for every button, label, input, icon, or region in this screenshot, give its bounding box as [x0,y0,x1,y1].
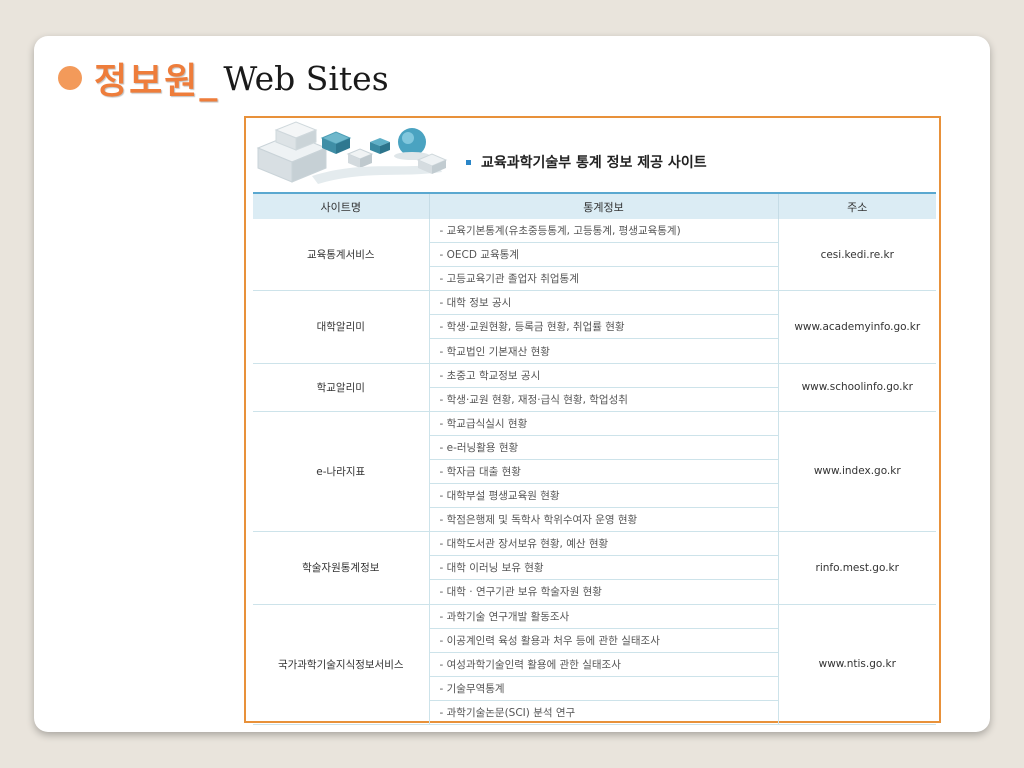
table-row: 학교알리미 - 초중고 학교정보 공시 www.schoolinfo.go.kr [253,363,936,412]
site-address[interactable]: www.index.go.kr [777,411,936,533]
table-row: 국가과학기술지식정보서비스 - 과학기술 연구개발 활동조사 www.ntis.… [253,604,936,725]
header-stats-info: 통계정보 [428,192,778,219]
table-row: e-나라지표 - 학교급식실시 현황 www.index.go.kr [253,411,936,533]
stat-item: - 학점은행제 및 독학사 학위수여자 운영 현황 [428,507,778,533]
stat-item: - 교육기본통계(유초중등통계, 고등통계, 평생교육통계) [428,219,778,244]
stat-item: - 기술무역통계 [428,676,778,701]
site-name: 교육통계서비스 [253,219,429,292]
title-korean: 정보원_ [94,61,220,102]
stat-item: - 학생·교원 현황, 재정·급식 현황, 학업성취 [428,387,778,412]
table-row: 대학알리미 - 대학 정보 공시 www.academyinfo.go.kr [253,290,936,364]
stat-item: - 대학 정보 공시 [428,290,778,316]
site-name: 대학알리미 [253,290,429,364]
stat-item: - 대학 · 연구기관 보유 학술자원 현황 [428,579,778,605]
stat-item: - 학교급식실시 현황 [428,411,778,436]
stat-item: - 이공계인력 육성 활용과 처우 등에 관한 실태조사 [428,628,778,653]
banner-title: 교육과학기술부 통계 정보 제공 사이트 [466,152,707,172]
site-name: 학교알리미 [253,363,429,412]
table-row: 학술자원통계정보 - 대학도서관 장서보유 현황, 예산 현황 rinfo.me… [253,531,936,605]
stat-item: - e-러닝활용 현황 [428,435,778,460]
stat-item: - 학교법인 기본재산 현황 [428,338,778,364]
site-name: e-나라지표 [253,411,429,533]
table-header-row: 사이트명 통계정보 주소 [253,192,936,219]
stat-item: - 학자금 대출 현황 [428,459,778,485]
title-english: Web Sites [223,58,389,98]
table-row: 교육통계서비스 - 교육기본통계(유초중등통계, 고등통계, 평생교육통계) c… [253,219,936,292]
header-address: 주소 [777,192,936,219]
site-address[interactable]: rinfo.mest.go.kr [777,531,936,605]
site-address[interactable]: www.academyinfo.go.kr [777,290,936,364]
stat-item: - 학생·교원현황, 등록금 현황, 취업률 현황 [428,314,778,340]
site-name: 학술자원통계정보 [253,531,429,605]
stat-item: - 대학부설 평생교육원 현황 [428,483,778,509]
stat-item: - 대학 이러닝 보유 현황 [428,555,778,581]
site-address[interactable]: www.schoolinfo.go.kr [777,363,936,412]
stat-item: - 초중고 학교정보 공시 [428,363,778,388]
bullet-icon [58,66,82,90]
stat-item: - 대학도서관 장서보유 현황, 예산 현황 [428,531,778,557]
banner-title-text: 교육과학기술부 통계 정보 제공 사이트 [481,155,707,171]
stat-item: - 고등교육기관 졸업자 취업통계 [428,266,778,292]
site-address[interactable]: cesi.kedi.re.kr [777,219,936,292]
stat-item: - 과학기술 연구개발 활동조사 [428,604,778,629]
stat-item: - OECD 교육통계 [428,242,778,268]
site-address[interactable]: www.ntis.go.kr [777,604,936,725]
slide-title: 정보원_ Web Sites [58,56,389,102]
square-bullet-icon [466,159,471,165]
stats-sites-table: 사이트명 통계정보 주소 교육통계서비스 - 교육기본통계(유초중등통계, 고등… [253,192,936,725]
stat-item: - 과학기술논문(SCI) 분석 연구 [428,700,778,725]
table-frame: 교육과학기술부 통계 정보 제공 사이트 사이트명 통계정보 주소 교육통계서비… [244,116,941,725]
stat-item: - 여성과학기술인력 활용에 관한 실태조사 [428,652,778,677]
header-site-name: 사이트명 [253,192,429,219]
site-name: 국가과학기술지식정보서비스 [253,604,429,725]
